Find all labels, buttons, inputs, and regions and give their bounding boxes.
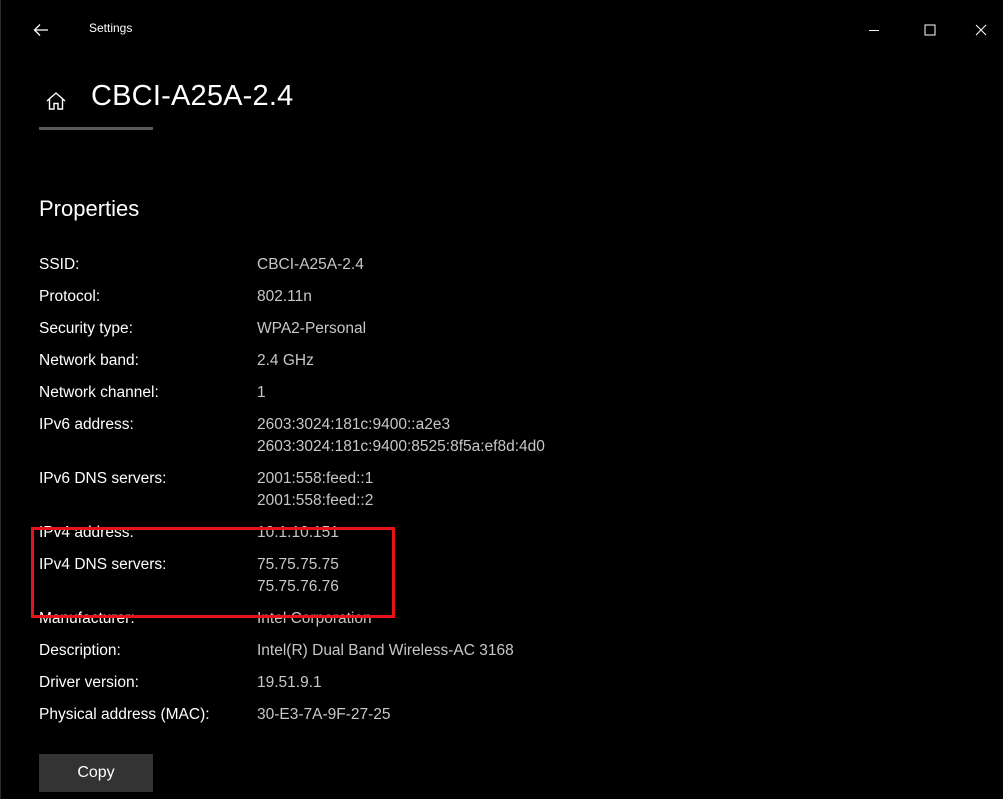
property-values: CBCI-A25A-2.4 bbox=[257, 254, 364, 276]
property-row: IPv4 address: 10.1.10.151 bbox=[39, 522, 979, 544]
maximize-button[interactable] bbox=[907, 12, 953, 48]
close-icon bbox=[975, 24, 987, 36]
property-row: Driver version: 19.51.9.1 bbox=[39, 672, 979, 694]
property-value[interactable]: 75.75.75.75 bbox=[257, 554, 339, 576]
property-values: 802.11n bbox=[257, 286, 312, 308]
property-row: Security type: WPA2-Personal bbox=[39, 318, 979, 340]
property-value[interactable]: 2001:558:feed::2 bbox=[257, 490, 373, 512]
home-icon[interactable] bbox=[45, 90, 67, 112]
property-value[interactable]: 19.51.9.1 bbox=[257, 672, 322, 694]
property-value[interactable]: WPA2-Personal bbox=[257, 318, 366, 340]
settings-window: Settings CBCI-A25A-2.4 Properties SSID: C… bbox=[0, 0, 1003, 799]
property-label: Network band: bbox=[39, 352, 139, 369]
property-row: Network channel: 1 bbox=[39, 382, 979, 404]
property-row: Network band: 2.4 GHz bbox=[39, 350, 979, 372]
page-title: CBCI-A25A-2.4 bbox=[91, 80, 294, 112]
back-arrow-icon bbox=[33, 24, 48, 36]
property-value[interactable]: CBCI-A25A-2.4 bbox=[257, 254, 364, 276]
back-button[interactable] bbox=[25, 14, 57, 46]
property-values: 75.75.75.75 75.75.76.76 bbox=[257, 554, 339, 598]
property-value[interactable]: Intel Corporation bbox=[257, 608, 372, 630]
property-label: Manufacturer: bbox=[39, 610, 135, 627]
property-value[interactable]: 30-E3-7A-9F-27-25 bbox=[257, 704, 391, 726]
property-values: 2.4 GHz bbox=[257, 350, 314, 372]
property-row: Manufacturer: Intel Corporation bbox=[39, 608, 979, 630]
property-value[interactable]: Intel(R) Dual Band Wireless-AC 3168 bbox=[257, 640, 514, 662]
property-values: Intel Corporation bbox=[257, 608, 372, 630]
property-values: WPA2-Personal bbox=[257, 318, 366, 340]
property-row: IPv4 DNS servers: 75.75.75.75 75.75.76.76 bbox=[39, 554, 979, 598]
property-values: Intel(R) Dual Band Wireless-AC 3168 bbox=[257, 640, 514, 662]
property-label: Description: bbox=[39, 642, 121, 659]
property-values: 10.1.10.151 bbox=[257, 522, 339, 544]
property-row: Protocol: 802.11n bbox=[39, 286, 979, 308]
property-value[interactable]: 2603:3024:181c:9400:8525:8f5a:ef8d:4d0 bbox=[257, 436, 545, 458]
property-row: IPv6 DNS servers: 2001:558:feed::1 2001:55… bbox=[39, 468, 979, 512]
property-label: IPv4 address: bbox=[39, 524, 134, 541]
property-value[interactable]: 2001:558:feed::1 bbox=[257, 468, 373, 490]
title-bar: Settings bbox=[1, 0, 1003, 60]
property-label: IPv4 DNS servers: bbox=[39, 556, 167, 573]
property-value[interactable]: 10.1.10.151 bbox=[257, 522, 339, 544]
properties-heading: Properties bbox=[39, 196, 140, 221]
property-values: 19.51.9.1 bbox=[257, 672, 322, 694]
property-value[interactable]: 75.75.76.76 bbox=[257, 576, 339, 598]
property-row: IPv6 address: 2603:3024:181c:9400::a2e3 26… bbox=[39, 414, 979, 458]
copy-button[interactable]: Copy bbox=[39, 754, 153, 792]
property-label: Physical address (MAC): bbox=[39, 706, 210, 723]
property-value[interactable]: 802.11n bbox=[257, 286, 312, 308]
property-value[interactable]: 2603:3024:181c:9400::a2e3 bbox=[257, 414, 545, 436]
minimize-icon bbox=[869, 30, 879, 31]
property-label: Protocol: bbox=[39, 288, 101, 305]
close-button[interactable] bbox=[958, 12, 1003, 48]
property-label: IPv6 DNS servers: bbox=[39, 470, 167, 487]
app-title: Settings bbox=[89, 21, 133, 35]
property-values: 1 bbox=[257, 382, 266, 404]
property-label: Network channel: bbox=[39, 384, 159, 401]
property-row: Description: Intel(R) Dual Band Wireless-… bbox=[39, 640, 979, 662]
property-label: Driver version: bbox=[39, 674, 139, 691]
title-underline bbox=[39, 127, 153, 130]
property-values: 2603:3024:181c:9400::a2e3 2603:3024:181c:… bbox=[257, 414, 545, 458]
minimize-button[interactable] bbox=[851, 12, 897, 48]
property-row: Physical address (MAC): 30-E3-7A-9F-27-25 bbox=[39, 704, 979, 726]
property-values: 30-E3-7A-9F-27-25 bbox=[257, 704, 391, 726]
property-values: 2001:558:feed::1 2001:558:feed::2 bbox=[257, 468, 373, 512]
property-label: SSID: bbox=[39, 256, 80, 273]
property-label: Security type: bbox=[39, 320, 133, 337]
properties-list: SSID: CBCI-A25A-2.4 Protocol: 802.11n Securi… bbox=[39, 254, 979, 736]
property-row: SSID: CBCI-A25A-2.4 bbox=[39, 254, 979, 276]
property-value[interactable]: 2.4 GHz bbox=[257, 350, 314, 372]
property-label: IPv6 address: bbox=[39, 416, 134, 433]
property-value[interactable]: 1 bbox=[257, 382, 266, 404]
maximize-icon bbox=[924, 24, 936, 36]
